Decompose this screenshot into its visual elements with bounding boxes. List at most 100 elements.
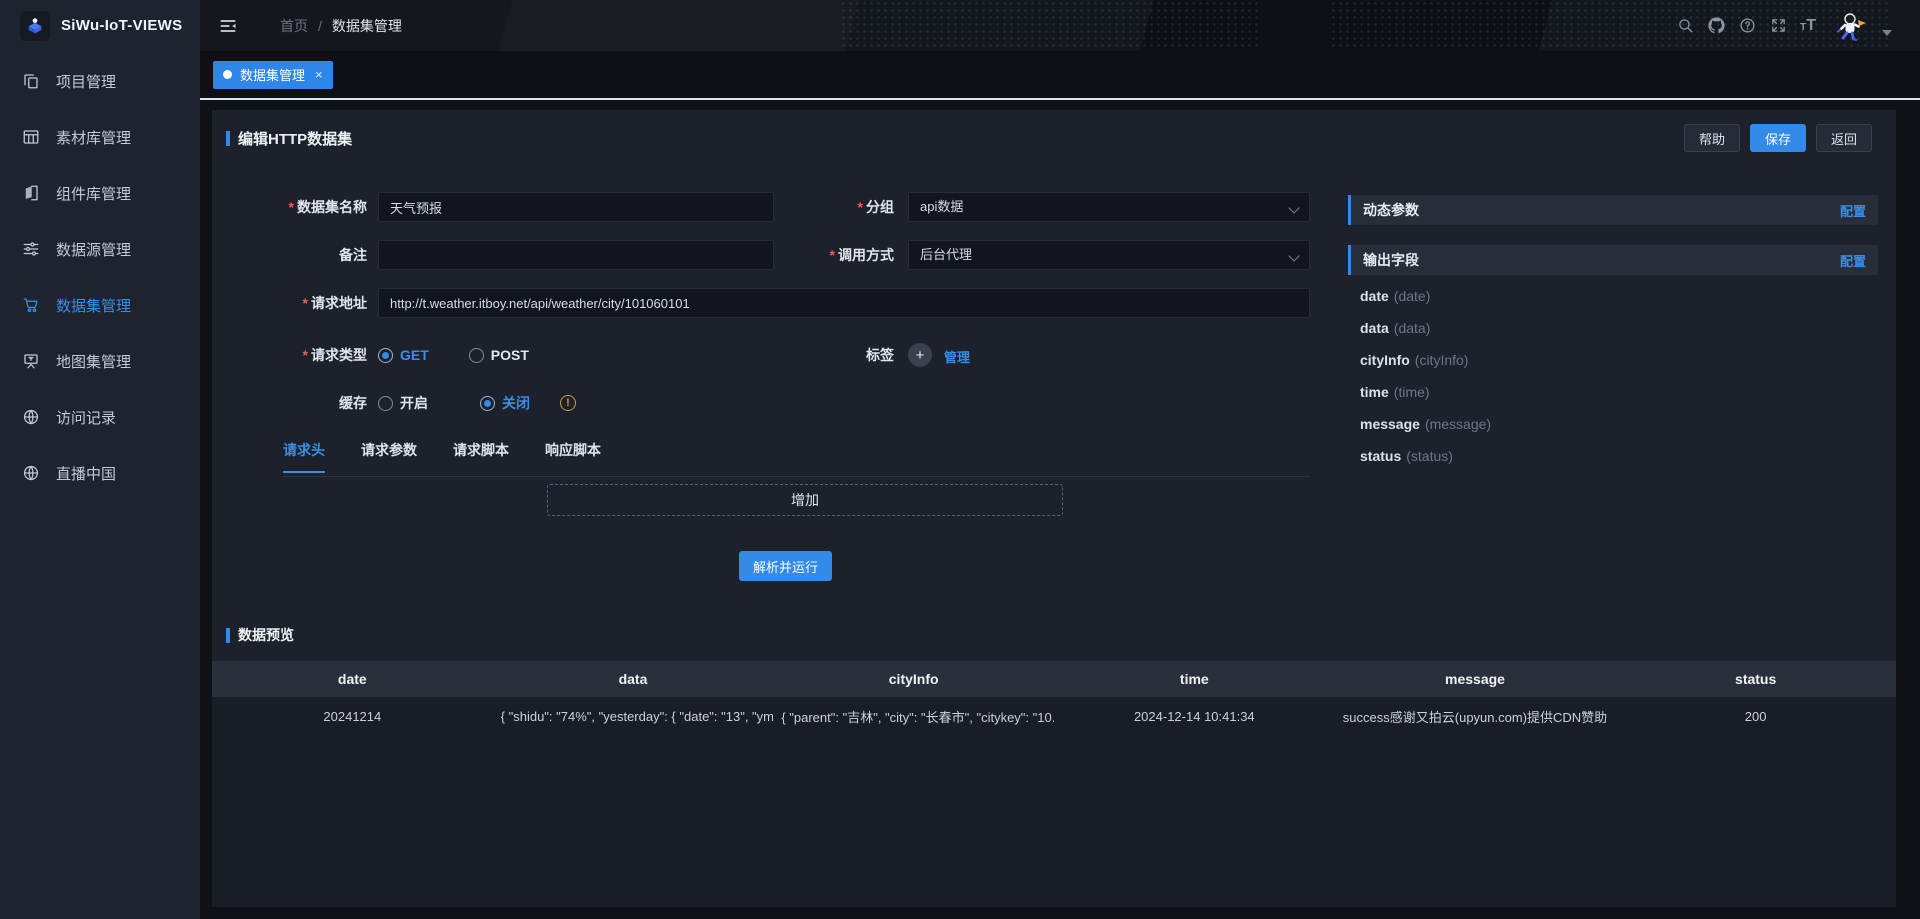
breadcrumb-home[interactable]: 首页 — [280, 16, 308, 36]
search-icon[interactable] — [1676, 17, 1694, 35]
cache-warning-icon: ! — [560, 395, 576, 411]
add-header-button[interactable]: 增加 — [547, 484, 1063, 516]
sidebar-item-label: 项目管理 — [56, 71, 116, 92]
configure-dynamic-params-link[interactable]: 配置 — [1840, 201, 1866, 220]
remark-label: 备注 — [212, 240, 367, 270]
tab-label: 数据集管理 — [240, 65, 305, 84]
radio-cache-off[interactable]: 关闭 — [480, 393, 530, 413]
app-root: SiWu-IoT-VIEWS 项目管理 素材库管理 组件库管理 — [0, 0, 1920, 919]
open-door-icon — [22, 184, 40, 202]
globe-icon — [22, 408, 40, 426]
preview-table-body: 20241214 { "shidu": "74%", "yesterday": … — [212, 697, 1896, 907]
invoke-mode-label: *调用方式 — [739, 240, 894, 270]
sidebar-item-label: 访问记录 — [56, 407, 116, 428]
sidebar-item-material[interactable]: 素材库管理 — [0, 109, 200, 165]
page-title: 编辑HTTP数据集 — [238, 128, 352, 149]
cell-date: 20241214 — [212, 709, 493, 724]
dynamic-params-header: 动态参数 配置 — [1348, 195, 1878, 225]
tab-dataset-management[interactable]: 数据集管理 × — [213, 61, 333, 89]
add-tag-button[interactable]: + — [908, 343, 932, 367]
radio-icon — [378, 348, 393, 363]
invoke-mode-select-value: 后台代理 — [920, 247, 972, 262]
sidebar-item-visits[interactable]: 访问记录 — [0, 389, 200, 445]
output-fields-header: 输出字段 配置 — [1348, 245, 1878, 275]
breadcrumb: 首页 / 数据集管理 — [280, 16, 402, 36]
title-accent-bar — [226, 628, 230, 643]
user-avatar-astronaut[interactable] — [1835, 9, 1869, 43]
cell-message: success感谢又拍云(upyun.com)提供CDN赞助 — [1335, 707, 1616, 726]
tab-close-icon[interactable]: × — [315, 67, 323, 82]
output-field: cityInfo(cityInfo) — [1360, 344, 1870, 376]
manage-tags-link[interactable]: 管理 — [944, 347, 970, 366]
table-row[interactable]: 20241214 { "shidu": "74%", "yesterday": … — [212, 697, 1896, 735]
radio-icon — [378, 396, 393, 411]
tab-response-script[interactable]: 响应脚本 — [545, 440, 601, 473]
group-select[interactable]: api数据 — [908, 192, 1310, 222]
remark-input[interactable] — [378, 240, 774, 270]
globe-icon — [22, 464, 40, 482]
invoke-mode-select[interactable]: 后台代理 — [908, 240, 1310, 270]
sidebar-item-label: 地图集管理 — [56, 351, 131, 372]
parse-and-run-button[interactable]: 解析并运行 — [739, 551, 832, 581]
topbar-actions: TT — [1676, 9, 1920, 43]
column-header-cityinfo: cityInfo — [773, 671, 1054, 687]
chevron-down-icon — [1288, 202, 1299, 213]
output-field: status(status) — [1360, 440, 1870, 472]
request-url-input[interactable] — [378, 288, 1310, 318]
group-select-value: api数据 — [920, 199, 963, 214]
logo-cube-icon — [20, 11, 50, 41]
tab-bar: 数据集管理 × — [200, 51, 1920, 100]
sidebar-item-datasource[interactable]: 数据源管理 — [0, 221, 200, 277]
preview-table-header: date data cityInfo time message status — [212, 661, 1896, 697]
cell-data: { "shidu": "74%", "yesterday": { "date":… — [493, 709, 774, 724]
group-label: *分组 — [739, 192, 894, 222]
required-asterisk: * — [858, 199, 863, 215]
back-button[interactable]: 返回 — [1816, 124, 1872, 152]
sidebar-menu: 项目管理 素材库管理 组件库管理 数据源管理 — [0, 51, 200, 501]
cache-label: 缓存 — [212, 388, 367, 418]
output-field: data(data) — [1360, 312, 1870, 344]
sidebar-collapse-icon[interactable] — [218, 14, 242, 38]
sidebar-item-label: 数据源管理 — [56, 239, 131, 260]
sidebar-item-atlas[interactable]: 地图集管理 — [0, 333, 200, 389]
help-icon[interactable] — [1738, 17, 1756, 35]
help-button[interactable]: 帮助 — [1684, 124, 1740, 152]
tab-request-script[interactable]: 请求脚本 — [453, 440, 509, 473]
header-buttons: 帮助 保存 返回 — [1684, 124, 1872, 152]
column-header-status: status — [1615, 671, 1896, 687]
output-field: time(time) — [1360, 376, 1870, 408]
radio-icon — [469, 348, 484, 363]
presentation-board-icon — [22, 352, 40, 370]
output-field-list: date(date) data(data) cityInfo(cityInfo)… — [1360, 280, 1870, 472]
worldmap-dots-decoration — [840, 0, 1260, 51]
sidebar-item-label: 直播中国 — [56, 463, 116, 484]
cell-cityinfo: { "parent": "吉林", "city": "长春市", "cityke… — [773, 707, 1054, 726]
tab-request-headers[interactable]: 请求头 — [283, 440, 325, 473]
tags-label: 标签 — [739, 340, 894, 370]
column-header-time: time — [1054, 671, 1335, 687]
font-size-icon[interactable]: TT — [1800, 17, 1816, 35]
radio-get[interactable]: GET — [378, 347, 429, 363]
github-icon[interactable] — [1707, 17, 1725, 35]
fullscreen-icon[interactable] — [1769, 17, 1787, 35]
tab-request-params[interactable]: 请求参数 — [361, 440, 417, 473]
edit-dataset-card: 编辑HTTP数据集 帮助 保存 返回 *数据集名称 *分组 api数据 备注 *… — [212, 110, 1896, 907]
main-content: 编辑HTTP数据集 帮助 保存 返回 *数据集名称 *分组 api数据 备注 *… — [200, 102, 1920, 919]
sidebar-item-component[interactable]: 组件库管理 — [0, 165, 200, 221]
configure-output-fields-link[interactable]: 配置 — [1840, 251, 1866, 270]
sidebar-item-live-china[interactable]: 直播中国 — [0, 445, 200, 501]
logo[interactable]: SiWu-IoT-VIEWS — [0, 0, 200, 51]
cart-icon — [22, 296, 40, 314]
sidebar-item-project[interactable]: 项目管理 — [0, 53, 200, 109]
radio-post[interactable]: POST — [469, 347, 529, 363]
radio-cache-on[interactable]: 开启 — [378, 393, 428, 413]
chevron-down-icon[interactable] — [1882, 30, 1892, 36]
cell-status: 200 — [1615, 709, 1896, 724]
data-preview-title: 数据预览 — [238, 625, 294, 645]
tab-active-dot — [223, 70, 232, 79]
save-button[interactable]: 保存 — [1750, 124, 1806, 152]
sidebar-item-dataset[interactable]: 数据集管理 — [0, 277, 200, 333]
radio-icon — [480, 396, 495, 411]
column-header-message: message — [1335, 671, 1616, 687]
dataset-name-input[interactable] — [378, 192, 774, 222]
